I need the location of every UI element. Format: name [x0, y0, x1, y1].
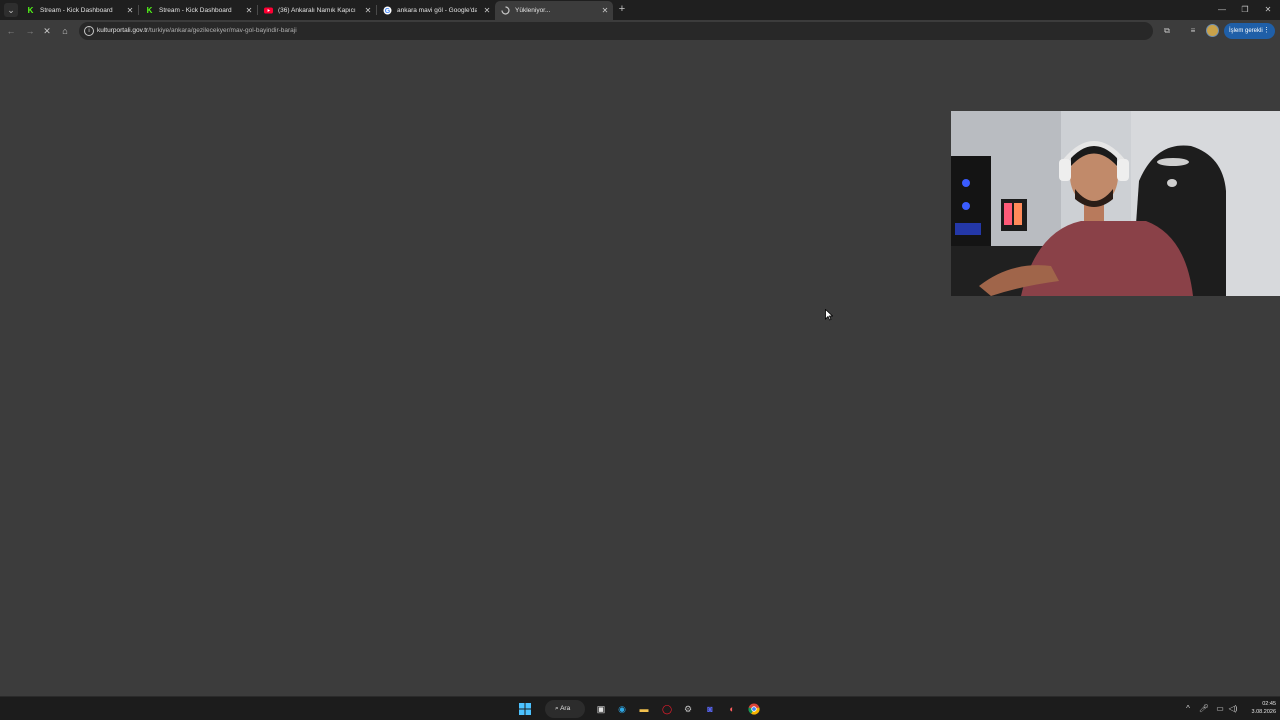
close-icon[interactable]: ✕ [601, 1, 609, 20]
more-menu-icon[interactable]: ⋮ [1263, 23, 1270, 39]
tab-google-search[interactable]: G ankara mavi göl - Google'da Ara ✕ [377, 1, 495, 20]
tab-title: ankara mavi göl - Google'da Ara [397, 7, 477, 14]
opera-icon[interactable]: ◯ [659, 701, 675, 717]
edge-browser-icon[interactable]: ◉ [614, 701, 630, 717]
close-icon[interactable]: ✕ [364, 1, 372, 20]
close-icon[interactable]: ✕ [483, 1, 491, 20]
address-url: kulturportali.gov.tr/turkiye/ankara/gezi… [97, 22, 297, 40]
profile-avatar[interactable] [1206, 24, 1219, 37]
clock-date: 3.08.2026 [1251, 709, 1276, 715]
task-view-icon[interactable]: ▣ [593, 701, 609, 717]
search-icon: ⌕ [555, 705, 559, 712]
clock-time: 02:45 [1262, 701, 1276, 707]
url-host: kulturportali.gov.tr [97, 27, 149, 34]
close-icon[interactable]: ✕ [126, 1, 134, 20]
action-required-label: İşlem gerekli [1229, 28, 1263, 34]
stop-loading-icon[interactable]: ✕ [40, 23, 54, 39]
tab-strip: ⌄ K Stream - Kick Dashboard ✕ K Stream -… [0, 0, 1280, 20]
mouse-cursor-icon [825, 308, 834, 321]
app-icon[interactable]: ◐ [724, 701, 740, 717]
forward-arrow-icon[interactable]: → [23, 23, 37, 39]
window-close-icon[interactable]: ✕ [1257, 0, 1279, 20]
loading-icon [501, 6, 510, 15]
settings-gear-icon[interactable]: ⚙ [680, 701, 696, 717]
discord-icon[interactable]: ◙ [702, 701, 718, 717]
tab-title: (36) Ankaralı Namık Kapıcı İzzet [278, 7, 358, 14]
extensions-icon[interactable]: ⧉ [1160, 24, 1174, 38]
address-bar[interactable]: i kulturportali.gov.tr/turkiye/ankara/ge… [79, 22, 1153, 40]
close-icon[interactable]: ✕ [245, 1, 253, 20]
youtube-icon [264, 6, 273, 15]
taskbar-search[interactable]: ⌕ Ara [545, 700, 585, 718]
file-explorer-icon[interactable]: ▬ [636, 701, 652, 717]
windows-taskbar: ⌕ Ara ▣ ◉ ▬ ◯ ⚙ ◙ ◐ ^ 🎤︎ ▭ ◁) 02:45 3.08… [0, 696, 1280, 720]
taskbar-search-label: Ara [560, 705, 571, 712]
browser-toolbar: ← → ✕ ⌂ i kulturportali.gov.tr/turkiye/a… [0, 20, 1280, 42]
show-hidden-icons-chevron-icon[interactable]: ^ [1182, 701, 1194, 717]
home-icon[interactable]: ⌂ [58, 23, 72, 39]
site-info-icon[interactable]: i [84, 26, 94, 36]
action-required-button[interactable]: İşlem gerekli ⋮ [1224, 23, 1275, 39]
new-tab-plus-icon[interactable]: + [616, 2, 628, 16]
windows-start-icon[interactable] [517, 701, 533, 717]
kick-icon: K [146, 6, 153, 15]
tab-kick-dashboard-1[interactable]: K Stream - Kick Dashboard ✕ [20, 1, 138, 20]
tab-kick-dashboard-2[interactable]: K Stream - Kick Dashboard ✕ [139, 1, 257, 20]
back-arrow-icon[interactable]: ← [4, 23, 18, 39]
tab-title: Yükleniyor... [515, 7, 551, 14]
webcam-overlay [951, 111, 1280, 296]
tab-search-chevron-icon[interactable]: ⌄ [4, 3, 18, 17]
tab-title: Stream - Kick Dashboard [159, 7, 232, 14]
tab-title: Stream - Kick Dashboard [40, 7, 113, 14]
taskbar-clock[interactable]: 02:45 3.08.2026 [1238, 700, 1276, 716]
tab-loading-active[interactable]: Yükleniyor... ✕ [495, 1, 613, 20]
network-icon[interactable]: ▭ [1214, 701, 1226, 717]
restore-icon[interactable]: ❐ [1234, 0, 1256, 20]
url-path: /turkiye/ankara/gezilecekyer/mav-gol-bay… [148, 27, 297, 34]
minimize-icon[interactable]: — [1211, 0, 1233, 20]
tab-youtube[interactable]: (36) Ankaralı Namık Kapıcı İzzet ✕ [258, 1, 376, 20]
svg-text:G: G [385, 8, 391, 15]
chrome-icon[interactable] [746, 701, 762, 717]
microphone-icon[interactable]: 🎤︎ [1198, 701, 1210, 717]
google-icon: G [383, 6, 392, 15]
media-controls-icon[interactable]: ≡ [1186, 24, 1200, 38]
kick-icon: K [27, 6, 34, 15]
